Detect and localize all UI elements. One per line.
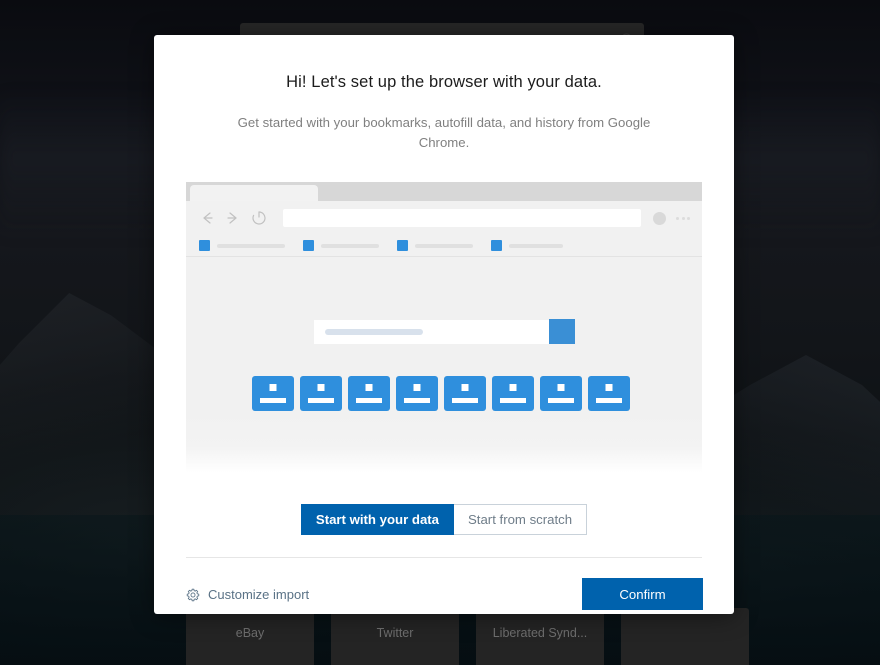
- mock-bookmark-item: [491, 240, 563, 251]
- mock-bookmark-item: [397, 240, 473, 251]
- mock-active-tab: [190, 185, 318, 201]
- tab-start-with-your-data[interactable]: Start with your data: [300, 504, 455, 535]
- mock-speed-dial-row: [252, 376, 630, 411]
- mock-speed-dial-tile: [492, 376, 534, 411]
- bookmark-title-placeholder: [509, 243, 563, 248]
- bookmark-favicon-icon: [491, 240, 502, 251]
- import-data-dialog: Hi! Let's set up the browser with your d…: [154, 35, 734, 614]
- dialog-subtitle: Get started with your bookmarks, autofil…: [237, 115, 651, 150]
- speed-dial-tile[interactable]: [621, 608, 749, 665]
- background-speed-dial: eBay Twitter Liberated Synd...: [186, 608, 749, 665]
- gear-icon: [186, 588, 200, 602]
- speed-dial-tile[interactable]: Liberated Synd...: [476, 608, 604, 665]
- bookmark-favicon-icon: [397, 240, 408, 251]
- browser-mockup-illustration: [186, 182, 702, 447]
- import-mode-segmented-control: Start with your data Start from scratch: [154, 504, 734, 535]
- mock-search-placeholder: [325, 328, 423, 335]
- profile-avatar-icon: [653, 211, 666, 225]
- speed-dial-tile[interactable]: eBay: [186, 608, 314, 665]
- bookmark-favicon-icon: [199, 240, 210, 251]
- reload-icon: [249, 208, 269, 228]
- bookmark-title-placeholder: [217, 243, 285, 248]
- mock-speed-dial-tile: [300, 376, 342, 411]
- mock-page-content: [186, 257, 702, 447]
- mock-bookmark-item: [199, 240, 285, 251]
- confirm-button[interactable]: Confirm: [582, 578, 703, 610]
- mock-search-field: [314, 319, 549, 344]
- mock-search-row: [314, 319, 575, 344]
- mock-address-bar: [283, 209, 641, 227]
- mock-toolbar: [186, 201, 702, 235]
- mock-bookmarks-bar: [186, 235, 702, 257]
- speed-dial-tile-label: eBay: [235, 626, 265, 640]
- mock-speed-dial-tile: [588, 376, 630, 411]
- mock-speed-dial-tile: [444, 376, 486, 411]
- dialog-title: Hi! Let's set up the browser with your d…: [286, 73, 602, 91]
- speed-dial-tile[interactable]: Twitter: [331, 608, 459, 665]
- bookmark-title-placeholder: [321, 243, 379, 248]
- tab-start-from-scratch[interactable]: Start from scratch: [454, 504, 588, 535]
- speed-dial-tile-label: Liberated Synd...: [492, 626, 588, 640]
- search-submit-icon: [549, 319, 575, 344]
- kebab-menu-icon: [676, 216, 690, 220]
- bookmark-favicon-icon: [303, 240, 314, 251]
- mock-speed-dial-tile: [540, 376, 582, 411]
- speed-dial-tile-label: Twitter: [376, 626, 414, 640]
- bookmark-title-placeholder: [415, 243, 473, 248]
- footer-divider: [186, 557, 702, 558]
- customize-import-link[interactable]: Customize import: [186, 587, 309, 602]
- forward-arrow-icon: [223, 208, 243, 228]
- customize-import-label: Customize import: [208, 587, 310, 602]
- back-arrow-icon: [197, 208, 217, 228]
- mock-tab-strip: [186, 182, 702, 201]
- mock-speed-dial-tile: [252, 376, 294, 411]
- mock-speed-dial-tile: [348, 376, 390, 411]
- mock-speed-dial-tile: [396, 376, 438, 411]
- mock-bookmark-item: [303, 240, 379, 251]
